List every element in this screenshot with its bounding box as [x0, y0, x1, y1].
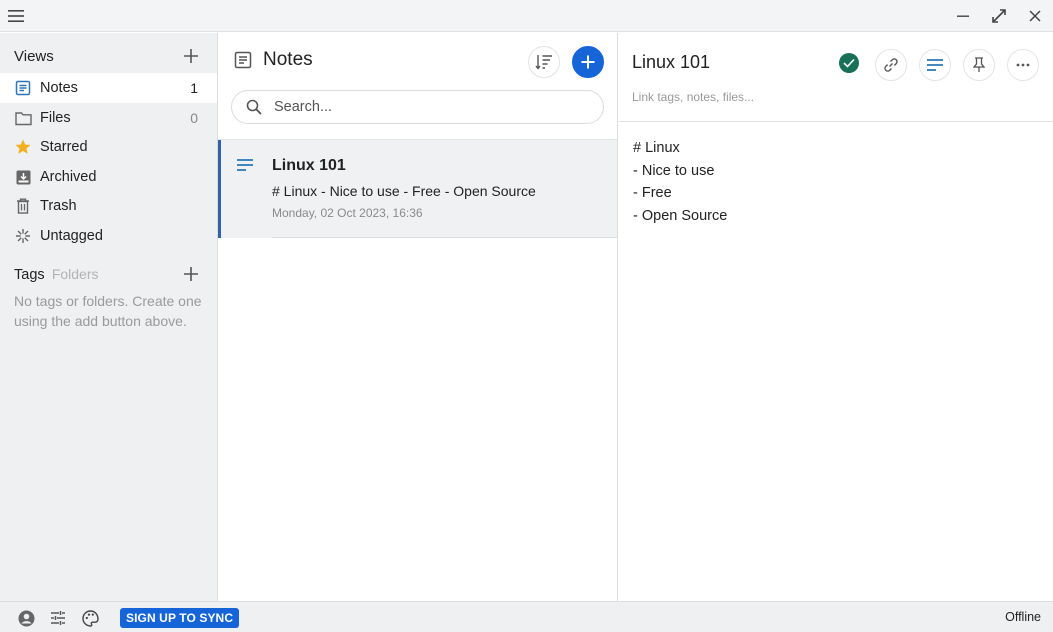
note-preview: # Linux - Nice to use - Free - Open Sour…	[272, 183, 536, 199]
themes-palette-icon[interactable]	[81, 609, 99, 627]
editor-panel: Linux 101 Link tags, notes, files... # L…	[619, 33, 1053, 601]
add-tag-button[interactable]	[181, 264, 201, 284]
title-bar	[0, 0, 1053, 32]
maximize-icon[interactable]	[989, 6, 1009, 26]
sidebar-item-label: Files	[40, 110, 71, 126]
sidebar-item-label: Untagged	[40, 228, 103, 244]
search-icon	[246, 99, 262, 115]
close-icon[interactable]	[1025, 6, 1045, 26]
more-horizontal-icon	[1016, 63, 1030, 67]
link-button[interactable]	[875, 49, 907, 81]
pin-button[interactable]	[963, 49, 995, 81]
tags-empty-message: No tags or folders. Create one using the…	[14, 293, 202, 329]
sort-button[interactable]	[528, 46, 560, 78]
note-body[interactable]: # Linux - Nice to use - Free - Open Sour…	[633, 137, 727, 227]
note-title-input[interactable]: Linux 101	[632, 52, 710, 73]
folder-icon	[14, 109, 32, 127]
sidebar: Views Notes 1 Files 0 Starred Archived T…	[0, 33, 218, 601]
editor-divider	[619, 121, 1053, 122]
note-list-panel: Notes Linux 101 # Linux - Nice to use - …	[218, 33, 618, 601]
sidebar-item-archived[interactable]: Archived	[0, 162, 217, 192]
note-list-item[interactable]: Linux 101 # Linux - Nice to use - Free -…	[218, 140, 617, 238]
sidebar-item-files[interactable]: Files 0	[0, 103, 217, 133]
link-tags-input[interactable]: Link tags, notes, files...	[632, 90, 754, 104]
sidebar-item-label: Notes	[40, 80, 78, 96]
note-divider	[272, 237, 617, 238]
sidebar-item-starred[interactable]: Starred	[0, 132, 217, 162]
note-title: Linux 101	[272, 157, 346, 174]
notes-icon	[14, 79, 32, 97]
plus-icon	[581, 55, 595, 69]
add-view-button[interactable]	[181, 46, 201, 66]
body-line: # Linux	[633, 140, 680, 156]
sidebar-item-label: Starred	[40, 139, 88, 155]
notes-icon	[234, 51, 252, 69]
editor-mode-button[interactable]	[919, 49, 951, 81]
tags-tab[interactable]: Tags	[14, 267, 45, 283]
plus-icon	[184, 267, 198, 281]
account-icon[interactable]	[17, 609, 35, 627]
note-text-icon	[237, 158, 253, 176]
folders-tab[interactable]: Folders	[52, 266, 99, 282]
body-line: - Free	[633, 185, 672, 201]
plus-icon	[184, 49, 198, 63]
sidebar-item-untagged[interactable]: Untagged	[0, 221, 217, 251]
sidebar-item-label: Archived	[40, 169, 97, 185]
files-count: 0	[190, 110, 198, 126]
link-icon	[884, 58, 898, 72]
views-header: Views	[14, 44, 201, 68]
preferences-icon[interactable]	[49, 609, 67, 627]
note-list-title: Notes	[263, 49, 313, 70]
note-date: Monday, 02 Oct 2023, 16:36	[272, 206, 423, 220]
status-bar: SIGN UP TO SYNC Offline	[0, 601, 1053, 632]
tags-header: Tags Folders	[14, 262, 201, 286]
connection-status: Offline	[1005, 610, 1041, 624]
untagged-icon	[14, 227, 32, 245]
minimize-icon[interactable]	[953, 6, 973, 26]
search-input[interactable]	[274, 99, 574, 115]
archive-icon	[14, 168, 32, 186]
saved-status-icon	[839, 53, 859, 73]
add-note-button[interactable]	[572, 46, 604, 78]
search-field[interactable]	[231, 90, 604, 124]
hamburger-menu-icon[interactable]	[6, 6, 26, 26]
more-options-button[interactable]	[1007, 49, 1039, 81]
sidebar-item-label: Trash	[40, 198, 77, 214]
sidebar-item-notes[interactable]: Notes 1	[0, 73, 217, 103]
text-format-icon	[927, 59, 943, 71]
sidebar-item-trash[interactable]: Trash	[0, 191, 217, 221]
note-list-header: Notes	[234, 49, 313, 71]
body-line: - Open Source	[633, 207, 728, 224]
views-heading: Views	[14, 47, 54, 65]
trash-icon	[14, 197, 32, 215]
sign-up-to-sync-button[interactable]: SIGN UP TO SYNC	[120, 608, 240, 628]
body-line: - Nice to use	[633, 162, 715, 179]
pin-icon	[973, 57, 985, 72]
sort-icon	[535, 55, 552, 70]
star-icon	[14, 138, 32, 156]
notes-count: 1	[190, 80, 198, 96]
